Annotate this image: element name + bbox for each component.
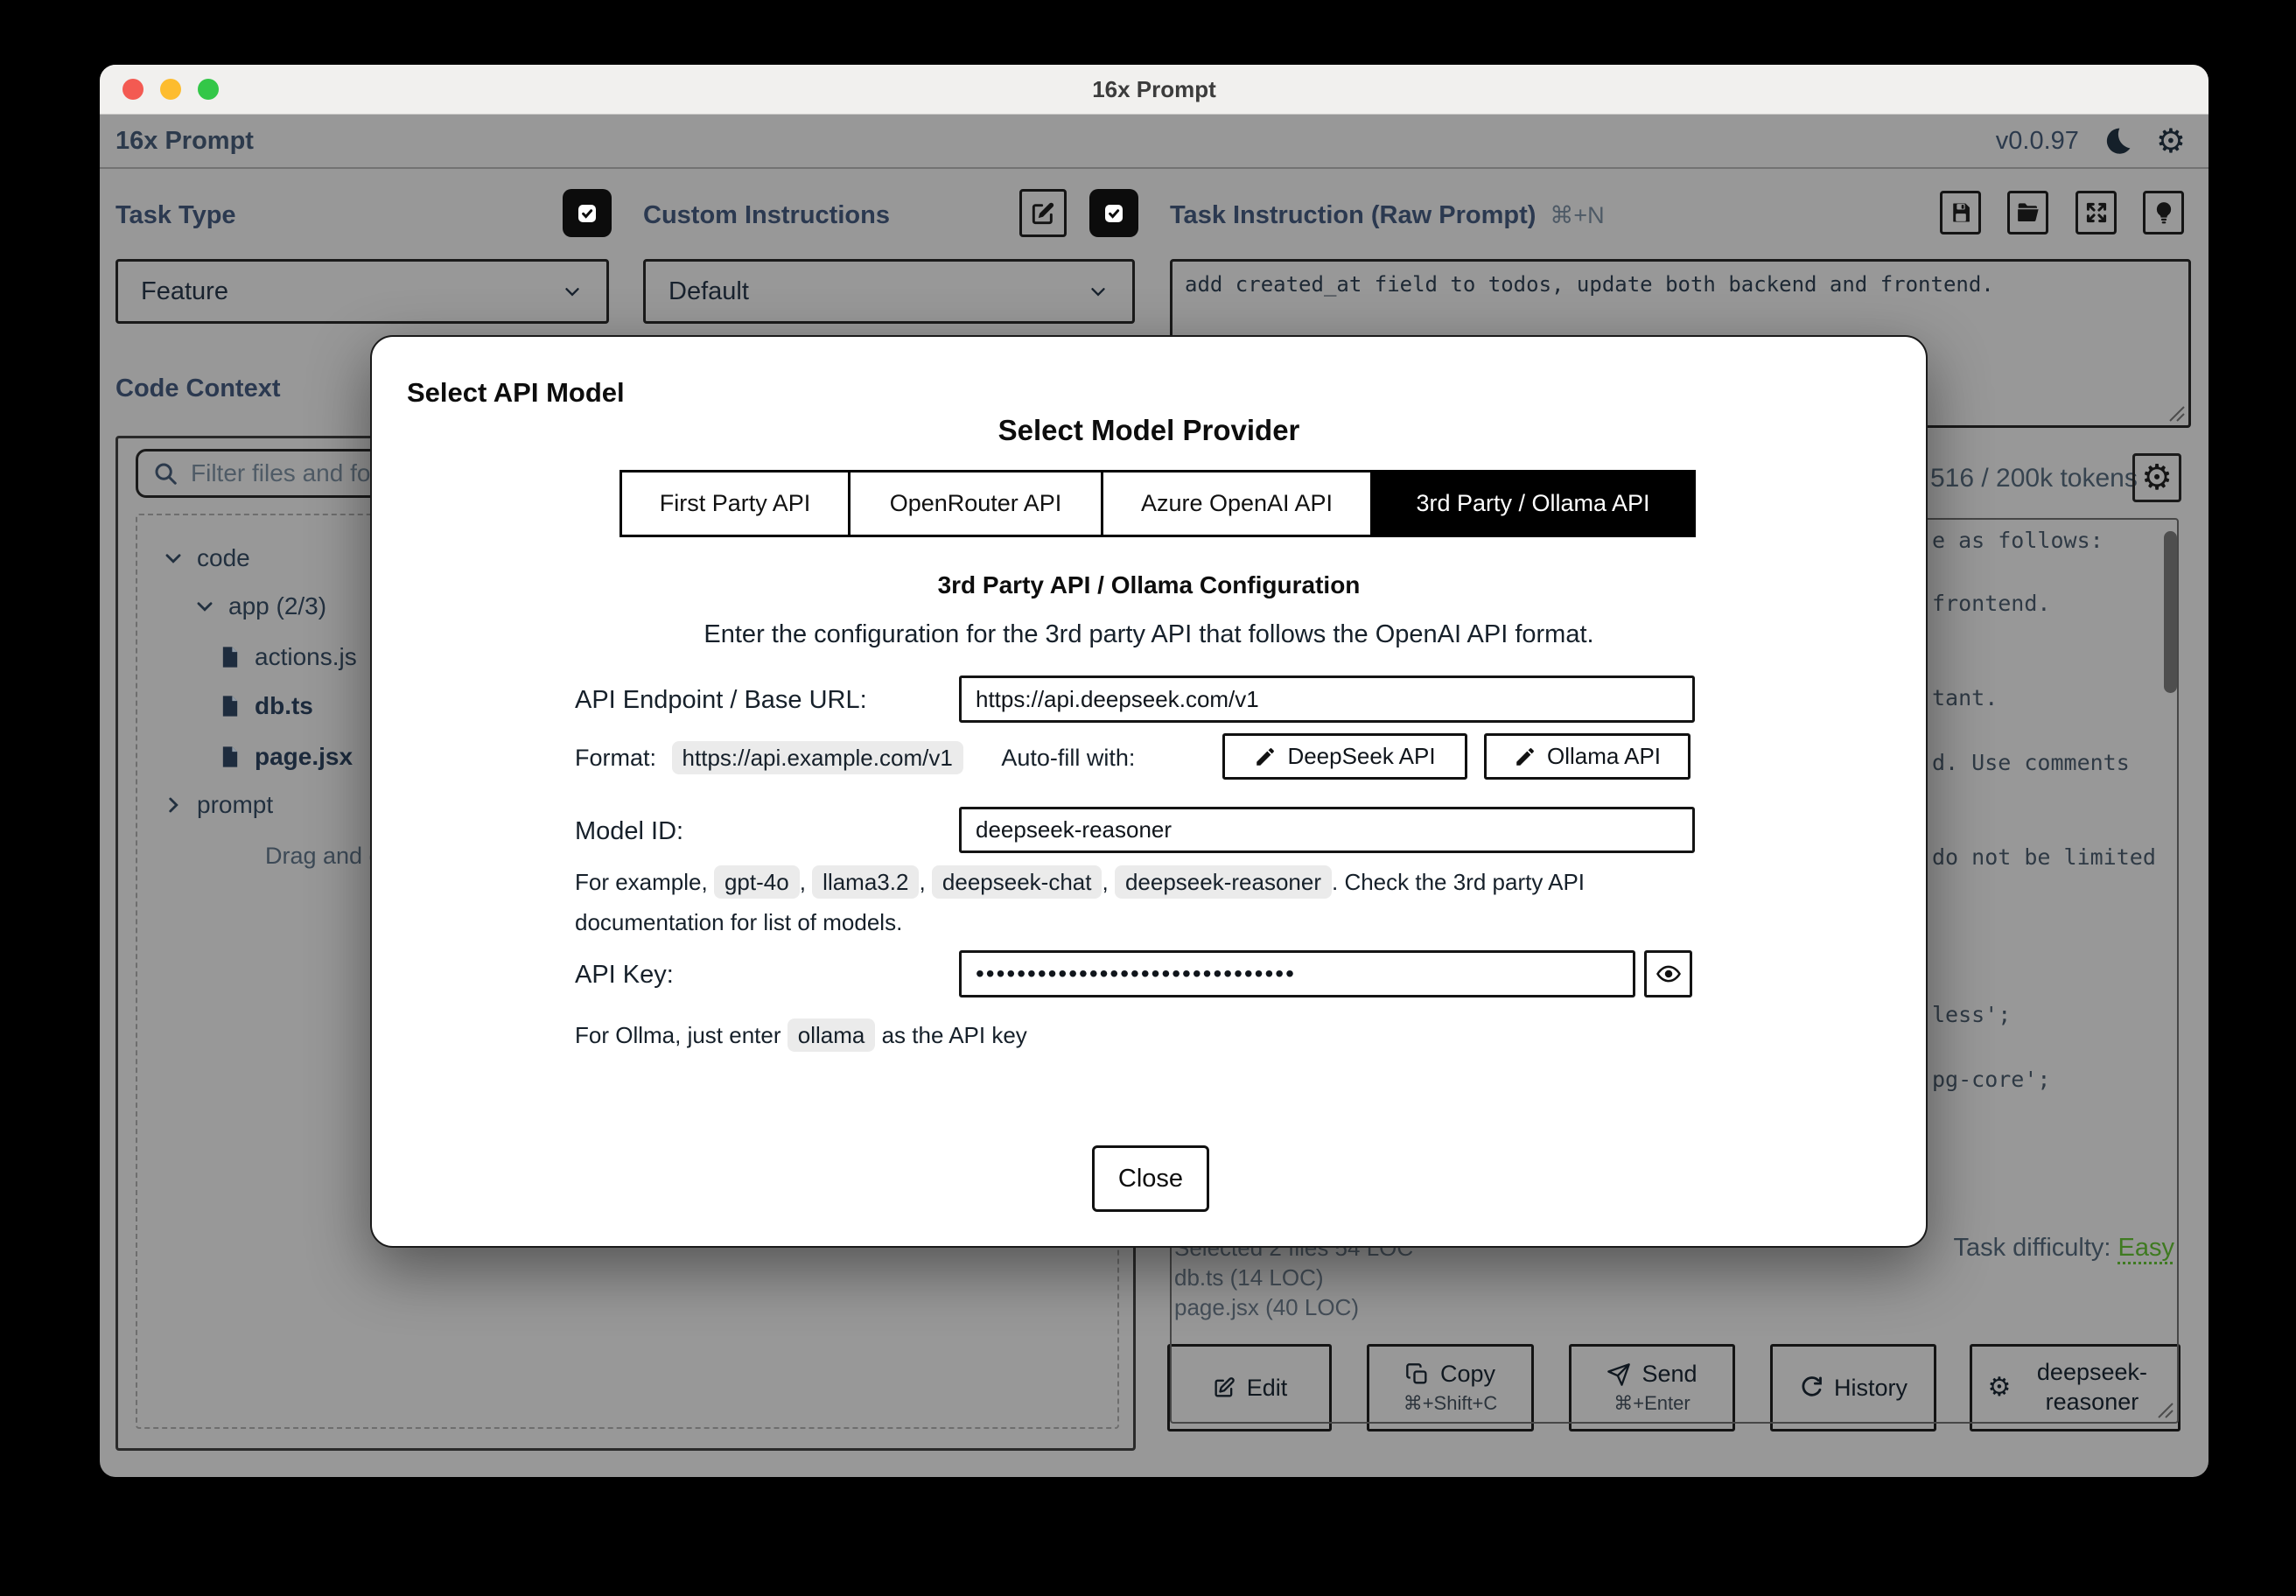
tab-openrouter-api[interactable]: OpenRouter API [850, 472, 1103, 535]
endpoint-label: API Endpoint / Base URL: [575, 686, 867, 714]
settings-gear-icon[interactable]: ⚙ [2156, 124, 2186, 158]
drag-drop-hint: Drag and d [265, 843, 382, 869]
tips-button[interactable] [2143, 191, 2184, 234]
config-section-title: 3rd Party API / Ollama Configuration [937, 571, 1361, 598]
resize-grip-icon[interactable] [2166, 402, 2185, 422]
save-prompt-button[interactable] [1940, 191, 1981, 234]
config-description: Enter the configuration for the 3rd part… [704, 620, 1594, 648]
reveal-api-key-button[interactable] [1644, 950, 1692, 998]
format-hint: Format: https://api.example.com/v1 Auto-… [575, 741, 1136, 774]
task-type-toggle-checkbox-button[interactable] [563, 189, 612, 237]
autofill-label: Auto-fill with: [1001, 745, 1136, 771]
pencil-square-icon [1029, 200, 1057, 228]
search-icon [152, 460, 178, 486]
version-label: v0.0.97 [1995, 126, 2079, 155]
api-key-label: API Key: [575, 961, 674, 989]
chevron-right-icon[interactable] [162, 794, 185, 816]
tree-folder-prompt[interactable]: prompt [162, 786, 273, 824]
custom-instructions-label: Custom Instructions [643, 201, 890, 229]
autofill-deepseek-button[interactable]: DeepSeek API [1222, 733, 1467, 780]
close-window-button[interactable] [122, 79, 144, 100]
load-prompt-button[interactable] [2007, 191, 2048, 234]
chevron-down-icon [561, 280, 584, 303]
autofill-ollama-button[interactable]: Ollama API [1484, 733, 1690, 780]
window-controls [122, 65, 219, 114]
file-icon [218, 745, 242, 769]
app-name: 16x Prompt [116, 126, 254, 155]
api-key-input[interactable] [959, 950, 1635, 998]
endpoint-input[interactable] [959, 676, 1695, 723]
prompt-settings-button[interactable]: ⚙ [2132, 453, 2181, 502]
minimize-window-button[interactable] [160, 79, 181, 100]
file-icon [218, 694, 242, 718]
select-api-model-dialog: Select API Model Select Model Provider F… [370, 335, 1928, 1248]
chevron-down-icon[interactable] [162, 547, 185, 570]
task-type-label: Task Type [116, 201, 236, 229]
tree-folder-code[interactable]: code [162, 539, 250, 578]
eye-icon [1656, 961, 1682, 987]
window-title: 16x Prompt [1092, 75, 1216, 102]
provider-tabs: First Party API OpenRouter API Azure Ope… [620, 470, 1696, 537]
pencil-icon [1254, 746, 1277, 768]
chevron-down-icon[interactable] [193, 595, 216, 618]
model-example-chip: llama3.2 [812, 865, 920, 899]
tree-folder-app[interactable]: app (2/3) [193, 587, 326, 626]
tab-azure-openai-api[interactable]: Azure OpenAI API [1103, 472, 1373, 535]
task-instruction-shortcut: ⌘+N [1550, 202, 1605, 228]
code-context-title: Code Context [116, 374, 281, 402]
task-instruction-text: add created_at field to todos, update bo… [1185, 272, 1994, 297]
pencil-icon [1514, 746, 1536, 768]
custom-instructions-value: Default [668, 276, 749, 305]
expand-arrows-icon [2084, 200, 2109, 225]
titlebar: 16x Prompt [100, 65, 2208, 115]
gear-icon: ⚙ [2141, 458, 2173, 498]
dark-mode-moon-icon[interactable] [2102, 125, 2133, 157]
resize-grip-icon[interactable] [2154, 1399, 2174, 1418]
zoom-window-button[interactable] [198, 79, 219, 100]
close-dialog-button[interactable]: Close [1092, 1145, 1209, 1212]
file-icon [218, 645, 242, 669]
model-id-input[interactable] [959, 807, 1695, 853]
tree-file-page-jsx[interactable]: page.jsx [218, 738, 353, 776]
chevron-down-icon [1087, 280, 1110, 303]
dialog-title: Select API Model [407, 377, 625, 408]
format-example-code: https://api.example.com/v1 [671, 741, 963, 774]
model-id-help: For example, gpt-4o, llama3.2, deepseek-… [575, 862, 1634, 942]
task-type-value: Feature [141, 276, 228, 305]
tab-3rd-party-ollama-api[interactable]: 3rd Party / Ollama API [1373, 472, 1693, 535]
open-folder-icon [2015, 200, 2041, 226]
expand-prompt-button[interactable] [2076, 191, 2117, 234]
custom-instructions-toggle-checkbox-button[interactable] [1089, 189, 1138, 237]
custom-instructions-select[interactable]: Default [643, 259, 1135, 324]
model-id-label: Model ID: [575, 817, 684, 845]
task-instruction-label: Task Instruction (Raw Prompt) ⌘+N [1170, 201, 1605, 229]
task-type-select[interactable]: Feature [116, 259, 609, 324]
lightbulb-icon [2152, 200, 2176, 225]
provider-heading: Select Model Provider [998, 414, 1300, 446]
ollama-chip: ollama [787, 1018, 876, 1052]
app-header: 16x Prompt v0.0.97 ⚙ [100, 115, 2208, 169]
tree-file-db-ts[interactable]: db.ts [218, 687, 313, 725]
tree-file-actions-js[interactable]: actions.js [218, 638, 357, 676]
save-floppy-icon [1949, 200, 1973, 225]
model-example-chip: deepseek-reasoner [1114, 865, 1332, 899]
ollama-key-note: For Ollma, just enter ollama as the API … [575, 1015, 1027, 1055]
tab-first-party-api[interactable]: First Party API [622, 472, 850, 535]
model-example-chip: gpt-4o [713, 865, 800, 899]
screen: 16x Prompt 16x Prompt v0.0.97 ⚙ Task Typ… [0, 0, 2296, 1596]
model-example-chip: deepseek-chat [931, 865, 1102, 899]
token-count: 516 / 200k tokens [1930, 464, 2138, 493]
edit-custom-instructions-button[interactable] [1019, 189, 1067, 237]
